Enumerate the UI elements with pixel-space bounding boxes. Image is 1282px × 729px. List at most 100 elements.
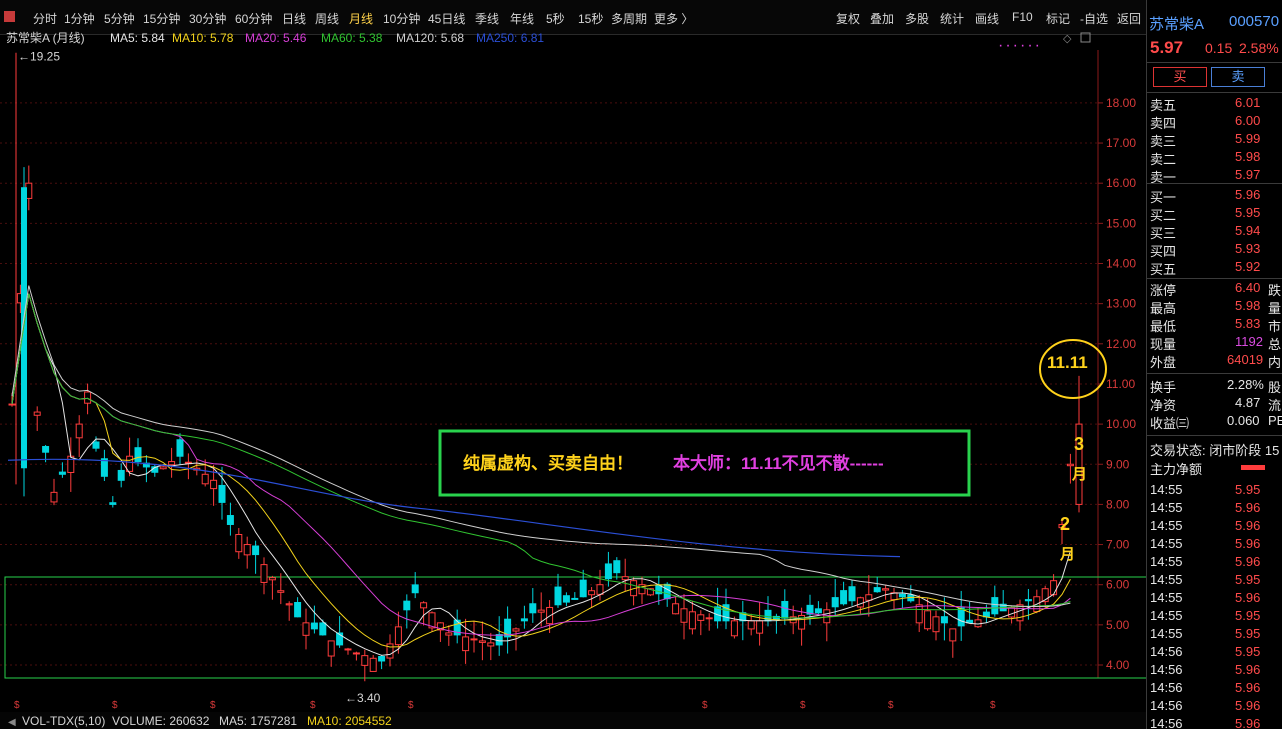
tab-5[interactable]: 60分钟	[235, 10, 272, 27]
tab-9[interactable]: 10分钟	[383, 10, 420, 27]
toolbar-button-7[interactable]: -自选	[1080, 10, 1108, 27]
candle-body	[260, 564, 268, 583]
candle-body	[915, 604, 923, 624]
toolbar-button-1[interactable]: 叠加	[870, 10, 894, 27]
tick-time-6: 14:55	[1150, 590, 1183, 605]
tick-price-13: 5.96	[1235, 716, 1261, 729]
chart-title: 苏常柴A (月线)	[6, 31, 85, 45]
tick-time-2: 14:55	[1150, 518, 1183, 533]
tab-7[interactable]: 周线	[315, 10, 339, 27]
tab-13[interactable]: 5秒	[546, 10, 565, 27]
menu-icon[interactable]	[4, 11, 15, 22]
volume-value: VOLUME: 260632	[112, 714, 210, 728]
toolbar-button-4[interactable]: 画线	[975, 10, 999, 27]
candle-body	[243, 544, 251, 556]
y-tick-label: 15.00	[1106, 216, 1136, 230]
candle-body	[873, 587, 881, 593]
divider-4	[1147, 278, 1282, 279]
divider-6	[1147, 435, 1282, 436]
stat-value-5: 2.28%	[1227, 377, 1264, 392]
toolbar-button-5[interactable]: F10	[1012, 10, 1033, 24]
ma-label-3: MA60: 5.38	[321, 31, 383, 45]
candle-body	[688, 611, 696, 630]
dots-indicator: ······	[998, 37, 1042, 54]
diamond-icon: ◇	[1063, 33, 1072, 45]
y-tick-label: 12.00	[1106, 337, 1136, 351]
volume-arrow-icon: ◀	[8, 717, 16, 728]
tab-8[interactable]: 月线	[349, 10, 373, 27]
candle-body	[672, 603, 680, 615]
toolbar-button-6[interactable]: 标记	[1046, 10, 1070, 27]
marker-icon: $	[112, 700, 118, 711]
y-tick-label: 18.00	[1106, 96, 1136, 110]
y-tick-label: 10.00	[1106, 417, 1136, 431]
y-tick-label: 13.00	[1106, 297, 1136, 311]
candle-body	[554, 586, 562, 606]
month2-char: 月	[1059, 546, 1075, 563]
stat-extra-2: 市	[1268, 319, 1282, 334]
stat-extra-0: 跌	[1268, 283, 1282, 298]
tick-price-5: 5.95	[1235, 572, 1261, 587]
tab-14[interactable]: 15秒	[578, 10, 603, 27]
volume-label: VOL-TDX(5,10)	[22, 714, 105, 728]
bid-label-2: 买三	[1150, 226, 1177, 241]
kline-svg[interactable]: 苏常柴A (月线) MA5: 5.84 MA10: 5.78 MA20: 5.46 MA…	[0, 28, 1146, 729]
candle-body	[680, 608, 688, 623]
candle-body	[882, 588, 890, 591]
stat-value-0: 6.40	[1235, 280, 1261, 295]
candle-body	[865, 594, 873, 601]
kline-chart[interactable]: 苏常柴A (月线) MA5: 5.84 MA10: 5.78 MA20: 5.46 MA…	[0, 28, 1146, 729]
ask-price-1: 6.00	[1235, 113, 1261, 128]
candle-body	[848, 586, 856, 602]
candle-body	[310, 622, 318, 630]
stat-label-2: 最低	[1150, 319, 1177, 334]
candle-body	[84, 391, 92, 404]
toolbar-button-0[interactable]: 复权	[836, 10, 860, 27]
y-tick-label: 9.00	[1106, 457, 1130, 471]
candle-body	[705, 617, 713, 620]
tick-price-0: 5.95	[1235, 482, 1261, 497]
bid-label-3: 买四	[1150, 244, 1177, 259]
price-pct: 2.58%	[1239, 40, 1279, 56]
stat-extra-3: 总	[1268, 337, 1282, 352]
toolbar-button-8[interactable]: 返回	[1117, 10, 1141, 27]
stat-value-2: 5.83	[1235, 316, 1261, 331]
tab-11[interactable]: 季线	[475, 10, 499, 27]
ma-label-5: MA250: 6.81	[476, 31, 544, 45]
ma-label-0: MA5: 5.84	[110, 31, 165, 45]
tick-time-4: 14:55	[1150, 554, 1183, 569]
tab-16[interactable]: 更多 〉	[654, 10, 693, 27]
candle-body	[621, 576, 629, 581]
candle-body	[537, 609, 545, 613]
tab-6[interactable]: 日线	[282, 10, 306, 27]
tab-10[interactable]: 45日线	[428, 10, 465, 27]
tab-15[interactable]: 多周期	[611, 10, 647, 27]
tick-time-9: 14:56	[1150, 644, 1183, 659]
stat-extra-6: 流	[1268, 398, 1282, 413]
divider-1	[1147, 62, 1282, 63]
tab-12[interactable]: 年线	[510, 10, 534, 27]
tab-1[interactable]: 1分钟	[64, 10, 95, 27]
tab-0[interactable]: 分时	[33, 10, 57, 27]
candle-body	[210, 479, 218, 490]
tick-time-3: 14:55	[1150, 536, 1183, 551]
stat-label-7: 收益㈢	[1150, 416, 1190, 431]
tab-3[interactable]: 15分钟	[143, 10, 180, 27]
sell-button[interactable]: 卖	[1211, 67, 1265, 87]
candle-body	[949, 628, 957, 642]
stat-extra-5: 股	[1268, 380, 1282, 395]
toolbar-button-3[interactable]: 统计	[940, 10, 964, 27]
buy-button[interactable]: 买	[1153, 67, 1207, 87]
candle-body	[445, 632, 453, 636]
ask-price-4: 5.97	[1235, 167, 1261, 182]
toolbar-button-2[interactable]: 多股	[905, 10, 929, 27]
candle-body	[184, 461, 192, 464]
candle-body	[33, 411, 41, 416]
tab-2[interactable]: 5分钟	[104, 10, 135, 27]
stat-label-6: 净资	[1150, 398, 1177, 413]
stat-value-7: 0.060	[1227, 413, 1260, 428]
candle-body	[134, 447, 142, 463]
candle-body	[176, 439, 184, 457]
bid-label-0: 买一	[1150, 190, 1177, 205]
tab-4[interactable]: 30分钟	[189, 10, 226, 27]
